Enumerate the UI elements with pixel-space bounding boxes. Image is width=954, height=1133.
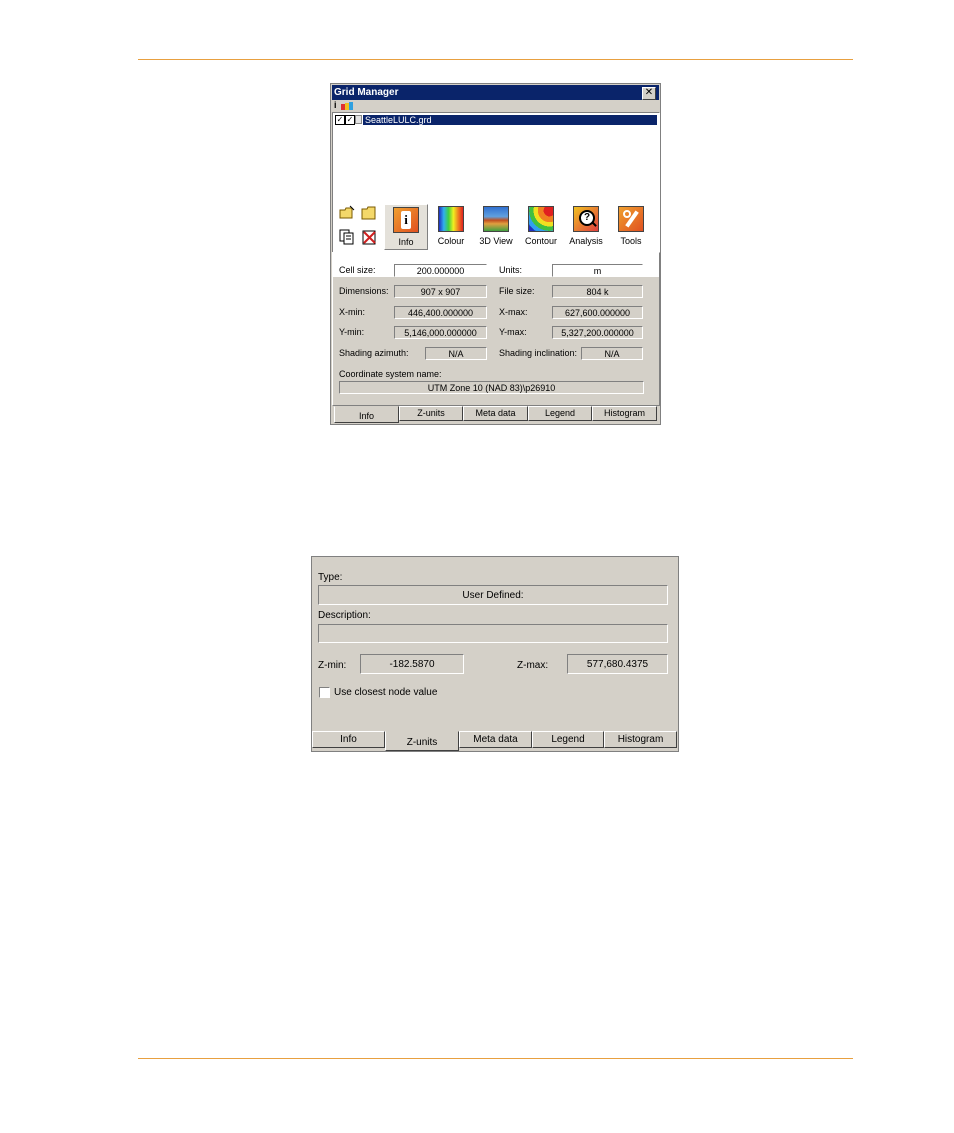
tab-info[interactable]: Info [334,406,399,423]
units-value: m [552,264,643,277]
shade-checkbox[interactable]: ✓ [345,115,355,125]
tab-legend[interactable]: Legend [532,731,604,748]
zmax-value: 577,680.4375 [567,654,668,674]
type-value[interactable]: User Defined: [318,585,668,605]
coordinate-system-label: Coordinate system name: [339,369,442,379]
tab-info[interactable]: Info [312,731,385,748]
z-units-panel: Type: User Defined: Description: Z-min: … [311,556,679,752]
ymin-label: Y-min: [339,327,365,337]
window-titlebar: Grid Manager ✕ [332,85,659,100]
palette-icon[interactable] [341,101,355,111]
tool-label: Contour [524,236,558,246]
contour-icon [528,206,554,232]
grid-thumbnail-icon [355,115,362,124]
footer-rule [138,1058,853,1059]
info-panel: Cell size: 200.000000 Units: m Dimension… [332,252,660,406]
tab-meta-data[interactable]: Meta data [459,731,532,748]
description-label: Description: [318,610,371,621]
tool-label: 3D View [479,236,513,246]
colour-tool-button[interactable]: Colour [429,204,473,250]
zmin-label: Z-min: [318,660,347,671]
visible-checkbox[interactable]: ✓ [335,115,345,125]
tab-z-units[interactable]: Z-units [385,731,459,751]
tool-label: Analysis [569,236,603,246]
3d-view-icon [483,206,509,232]
units-label: Units: [499,265,523,275]
use-closest-node-checkbox[interactable] [319,687,330,698]
xmax-value: 627,600.000000 [552,306,643,319]
close-grid-icon[interactable] [361,229,377,245]
dimensions-label: Dimensions: [339,286,389,296]
window-title: Grid Manager [334,87,399,98]
grid-file-name[interactable]: SeattleLULC.grd [363,115,657,125]
xmax-label: X-max: [499,307,528,317]
tool-label: Info [398,237,414,247]
tab-histogram[interactable]: Histogram [604,731,677,748]
xmin-value: 446,400.000000 [394,306,487,319]
tab-histogram[interactable]: Histogram [592,406,657,421]
tab-z-units[interactable]: Z-units [399,406,463,421]
cell-size-value: 200.000000 [394,264,487,277]
zmax-label: Z-max: [517,660,549,671]
use-closest-node-label[interactable]: Use closest node value [334,687,437,698]
header-rule [138,59,853,60]
ymin-value: 5,146,000.000000 [394,326,487,339]
coordinate-system-value: UTM Zone 10 (NAD 83)\p26910 [339,381,644,394]
ymax-value: 5,327,200.000000 [552,326,643,339]
file-size-value: 804 k [552,285,643,298]
tools-icon [618,206,644,232]
tab-legend[interactable]: Legend [528,406,592,421]
tab-meta-data[interactable]: Meta data [463,406,528,421]
type-label: Type: [318,572,343,583]
copy-icon[interactable] [339,229,355,245]
zmin-value: -182.5870 [360,654,464,674]
shading-azimuth-label: Shading azimuth: [339,348,409,358]
close-button[interactable]: ✕ [642,87,656,100]
info-tool-button[interactable]: i Info [384,204,428,250]
dimensions-value: 907 x 907 [394,285,487,298]
shading-azimuth-value: N/A [425,347,487,360]
info-icon: i [393,207,419,233]
tools-tool-button[interactable]: Tools [609,204,653,250]
description-field[interactable] [318,624,668,643]
file-size-label: File size: [499,286,535,296]
list-item[interactable]: ✓ ✓ SeattleLULC.grd [335,115,657,125]
analysis-tool-button[interactable]: ? Analysis [564,204,608,250]
tool-label: Tools [620,236,642,246]
open-grid-icon[interactable] [339,205,355,221]
colour-icon [438,206,464,232]
xmin-label: X-min: [339,307,366,317]
new-folder-icon[interactable] [361,205,377,221]
shading-inclination-value: N/A [581,347,643,360]
grid-manager-window: Grid Manager ✕ i ✓ ✓ SeattleLULC.grd i I… [330,83,661,425]
shading-inclination-label: Shading inclination: [499,348,578,358]
cell-size-label: Cell size: [339,265,376,275]
3d-view-tool-button[interactable]: 3D View [474,204,518,250]
ymax-label: Y-max: [499,327,527,337]
contour-tool-button[interactable]: Contour [519,204,563,250]
analysis-icon: ? [573,206,599,232]
tool-label: Colour [437,236,465,246]
